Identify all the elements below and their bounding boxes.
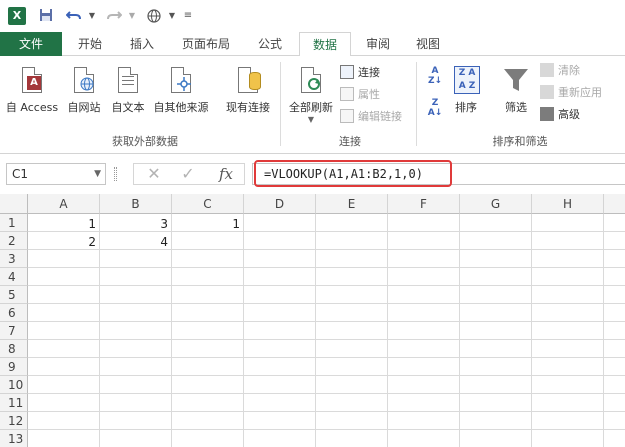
filter-icon [501, 64, 531, 96]
refresh-dropdown-icon: ▼ [307, 115, 315, 124]
sort-za-icon: Z A↓ [427, 98, 443, 118]
from-text-button[interactable]: 自文本 [106, 64, 150, 115]
undo-icon[interactable] [65, 8, 82, 24]
advanced-button[interactable]: 高级 [540, 106, 580, 124]
tab-data[interactable]: 数据 [299, 32, 351, 57]
cell-area[interactable]: 1 3 1 2 4 [28, 214, 625, 447]
reapply-button[interactable]: 重新应用 [540, 84, 602, 102]
column-header-f[interactable]: F [388, 194, 460, 214]
row-header-11[interactable]: 11 [0, 394, 28, 412]
from-web-button[interactable]: 自网站 [62, 64, 106, 115]
refresh-all-button[interactable]: 全部刷新 ▼ [284, 64, 338, 124]
formula-buttons: ✕ ✓ fx [133, 163, 245, 185]
row-header-3[interactable]: 3 [0, 250, 28, 268]
worksheet-grid: A B C D E F G H 1 2 3 4 5 6 7 8 9 10 11 12 13 1 3 1 … [0, 194, 625, 447]
tab-insert[interactable]: 插入 [118, 32, 166, 56]
name-box[interactable]: C1 ▼ [6, 163, 106, 185]
column-header-a[interactable]: A [28, 194, 100, 214]
properties-button[interactable]: 属性 [340, 86, 380, 104]
row-header-7[interactable]: 7 [0, 322, 28, 340]
refresh-icon [296, 64, 326, 96]
access-icon: A [17, 64, 47, 96]
ribbon-tabs: 文件 开始 插入 页面布局 公式 数据 审阅 视图 [0, 32, 625, 57]
undo-dropdown-icon[interactable]: ▼ [84, 8, 100, 24]
excel-logo-icon: X [8, 7, 26, 25]
quick-access-toolbar: X ▼ ▼ ▼ ≡ [0, 0, 625, 32]
save-icon[interactable] [38, 8, 54, 24]
column-header-b[interactable]: B [100, 194, 172, 214]
tab-review[interactable]: 审阅 [356, 32, 400, 56]
sort-az-icon: A Z↓ [427, 66, 443, 86]
formula-bar: C1 ▼ ✕ ✓ fx =VLOOKUP(A1,A1:B2,1,0) [0, 154, 625, 194]
column-header-c[interactable]: C [172, 194, 244, 214]
existing-connections-icon [233, 64, 263, 96]
column-header-partial[interactable] [604, 194, 625, 214]
row-header-1[interactable]: 1 [0, 214, 28, 232]
group-label-get-external-data: 获取外部数据 [112, 135, 178, 148]
edit-links-icon [340, 109, 354, 123]
web-icon [69, 64, 99, 96]
row-header-5[interactable]: 5 [0, 286, 28, 304]
tab-view[interactable]: 视图 [406, 32, 450, 56]
tab-formulas[interactable]: 公式 [246, 32, 294, 56]
reapply-icon [540, 85, 554, 99]
connections-button[interactable]: 连接 [340, 64, 380, 82]
row-header-13[interactable]: 13 [0, 430, 28, 447]
text-file-icon [113, 64, 143, 96]
cell-b1[interactable]: 3 [100, 215, 172, 233]
column-header-d[interactable]: D [244, 194, 316, 214]
name-box-dropdown-icon[interactable]: ▼ [94, 164, 101, 184]
clear-button[interactable]: 清除 [540, 62, 580, 80]
row-header-8[interactable]: 8 [0, 340, 28, 358]
resize-handle[interactable] [114, 167, 117, 181]
filter-button[interactable]: 筛选 [496, 64, 536, 115]
select-all-corner[interactable] [0, 194, 28, 214]
redo-icon[interactable] [106, 8, 123, 24]
row-header-4[interactable]: 4 [0, 268, 28, 286]
connections-icon [340, 65, 354, 79]
enter-icon[interactable]: ✓ [174, 164, 202, 184]
group-separator [416, 62, 417, 146]
tab-home[interactable]: 开始 [66, 32, 114, 56]
globe-dropdown-icon[interactable]: ▼ [164, 8, 180, 24]
tab-page-layout[interactable]: 页面布局 [172, 32, 240, 56]
redo-dropdown-icon[interactable]: ▼ [124, 8, 140, 24]
other-sources-icon [166, 64, 196, 96]
edit-links-button[interactable]: 编辑链接 [340, 108, 402, 126]
group-label-connections: 连接 [339, 135, 361, 148]
sort-icon: Z AA Z [451, 64, 481, 96]
advanced-filter-icon [540, 107, 554, 121]
cell-a2[interactable]: 2 [28, 233, 100, 251]
sort-ascending-button[interactable]: A Z↓ [424, 66, 446, 86]
globe-icon[interactable] [146, 8, 162, 24]
row-header-2[interactable]: 2 [0, 232, 28, 250]
tab-file[interactable]: 文件 [0, 32, 62, 56]
column-header-h[interactable]: H [532, 194, 604, 214]
customize-icon[interactable]: ≡ [180, 8, 196, 24]
row-header-10[interactable]: 10 [0, 376, 28, 394]
ribbon: A 自 Access 自网站 自文本 自其他来源 现有连接 获取外部数据 全部刷… [0, 56, 625, 154]
from-other-sources-button[interactable]: 自其他来源 [150, 64, 212, 115]
cancel-icon[interactable]: ✕ [140, 164, 168, 184]
formula-text[interactable]: =VLOOKUP(A1,A1:B2,1,0) [264, 163, 423, 185]
group-separator [280, 62, 281, 146]
cell-c1[interactable]: 1 [172, 215, 244, 233]
from-access-button[interactable]: A 自 Access [4, 64, 60, 115]
row-header-6[interactable]: 6 [0, 304, 28, 322]
insert-function-icon[interactable]: fx [212, 164, 240, 184]
properties-icon [340, 87, 354, 101]
row-header-9[interactable]: 9 [0, 358, 28, 376]
cell-a1[interactable]: 1 [28, 215, 100, 233]
cell-b2[interactable]: 4 [100, 233, 172, 251]
column-header-e[interactable]: E [316, 194, 388, 214]
group-label-sort-filter: 排序和筛选 [492, 135, 548, 148]
existing-connections-button[interactable]: 现有连接 [220, 64, 276, 115]
row-header-12[interactable]: 12 [0, 412, 28, 430]
column-header-g[interactable]: G [460, 194, 532, 214]
clear-filter-icon [540, 63, 554, 77]
sort-button[interactable]: Z AA Z 排序 [448, 64, 484, 115]
sort-descending-button[interactable]: Z A↓ [424, 98, 446, 118]
